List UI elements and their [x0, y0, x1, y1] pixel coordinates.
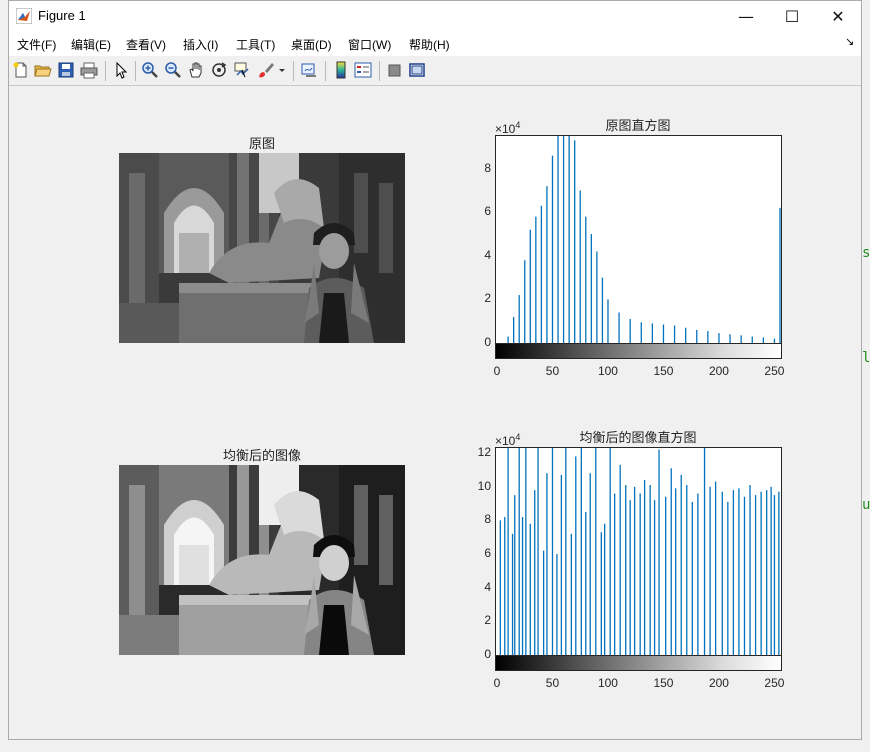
y-tick-label: 2 [484, 291, 491, 306]
panel-2-exponent: ×104 [495, 120, 520, 136]
panel-4-exponent-base: ×10 [495, 434, 516, 448]
x-tick-label: 50 [545, 364, 560, 378]
y-tick-label: 2 [484, 613, 491, 628]
panel-4-exponent: ×104 [495, 432, 520, 448]
histogram-2-colorbar [495, 655, 782, 671]
window-title: Figure 1 [38, 8, 86, 23]
brush-icon[interactable] [257, 61, 275, 79]
x-tick-label: 100 [597, 364, 618, 378]
toolbar-separator [325, 61, 326, 81]
panel-4-title: 均衡后的图像直方图 [579, 431, 697, 446]
show-plot-tools-icon[interactable] [408, 61, 426, 79]
close-button[interactable]: ✕ [815, 1, 861, 32]
background-bottom-strip [0, 740, 870, 752]
equalized-image [119, 465, 405, 655]
menu-insert[interactable]: 插入(I) [183, 36, 218, 53]
y-tick-label: 6 [484, 204, 491, 219]
panel-2-exponent-power: 4 [515, 120, 521, 130]
menu-help[interactable]: 帮助(H) [409, 36, 450, 53]
menu-bar: 文件(F) 编辑(E) 查看(V) 插入(I) 工具(T) 桌面(D) 窗口(W… [9, 32, 861, 56]
menu-desktop[interactable]: 桌面(D) [291, 36, 332, 53]
menu-edit[interactable]: 编辑(E) [71, 36, 111, 53]
background-code-glyph: l [862, 350, 870, 366]
x-tick-label: 150 [653, 364, 674, 378]
legend-icon[interactable] [354, 61, 372, 79]
menu-file[interactable]: 文件(F) [17, 36, 56, 53]
maximize-button[interactable]: ☐ [769, 1, 815, 32]
x-tick-label: 0 [493, 676, 501, 690]
link-plot-icon[interactable] [300, 61, 318, 79]
y-tick-label: 0 [484, 647, 491, 661]
pointer-icon[interactable] [112, 61, 130, 79]
x-tick-label: 50 [545, 676, 560, 690]
zoom-in-icon[interactable] [141, 61, 159, 79]
y-tick-label: 6 [484, 546, 491, 561]
menu-tools[interactable]: 工具(T) [236, 36, 275, 53]
background-code-glyph: u [862, 497, 870, 513]
background-left-strip [0, 0, 8, 752]
panel-2-exponent-base: ×10 [495, 122, 516, 136]
colorbar-icon[interactable] [332, 61, 350, 79]
histogram-2-axes [495, 447, 782, 656]
panel-3-title: 均衡后的图像 [222, 449, 301, 464]
y-tick-label: 4 [484, 579, 491, 594]
y-tick-label: 10 [477, 478, 491, 493]
hide-plot-tools-icon[interactable] [386, 61, 404, 79]
print-icon[interactable] [80, 61, 98, 79]
histogram-1-plot [507, 136, 781, 343]
open-file-icon[interactable] [34, 61, 52, 79]
y-tick-label: 4 [484, 247, 491, 262]
x-tick-label: 200 [708, 364, 729, 378]
x-tick-label: 150 [653, 676, 674, 690]
panel-4-exponent-power: 4 [515, 432, 521, 442]
toolbar-separator [135, 61, 136, 81]
panel-1-title: 原图 [248, 137, 275, 152]
y-tick-label: 12 [477, 445, 491, 460]
figure-canvas: 原图 原图直方图 ×104 均衡后的图像 均衡后的图像直方图 ×104 0 2 … [9, 87, 861, 739]
x-tick-label: 200 [708, 676, 729, 690]
title-bar[interactable]: Figure 1 — ☐ ✕ [9, 1, 861, 32]
new-figure-icon[interactable] [12, 61, 30, 79]
histogram-2-plot [499, 448, 780, 655]
histogram-1-axes [495, 135, 782, 344]
background-right-strip: s l u [862, 0, 870, 752]
x-tick-label: 100 [597, 676, 618, 690]
toolbar-separator [293, 61, 294, 81]
save-icon[interactable] [57, 61, 75, 79]
histogram-1-colorbar [495, 343, 782, 359]
figure-toolbar [9, 56, 861, 86]
data-cursor-icon[interactable] [233, 61, 251, 79]
y-tick-label: 8 [484, 160, 491, 175]
x-tick-label: 250 [764, 676, 785, 690]
menu-window[interactable]: 窗口(W) [348, 36, 391, 53]
menu-view[interactable]: 查看(V) [126, 36, 166, 53]
pan-icon[interactable] [187, 61, 205, 79]
menu-overflow-icon[interactable]: ↘ [845, 35, 854, 48]
minimize-button[interactable]: — [723, 1, 769, 32]
toolbar-separator [105, 61, 106, 81]
x-tick-label: 250 [764, 364, 785, 378]
y-tick-label: 8 [484, 512, 491, 527]
x-tick-label: 0 [493, 364, 501, 378]
background-code-glyph: s [862, 245, 870, 261]
figure-window: Figure 1 — ☐ ✕ 文件(F) 编辑(E) 查看(V) 插入(I) 工… [8, 0, 862, 740]
y-tick-label: 0 [484, 335, 491, 349]
matlab-logo-icon [16, 8, 32, 24]
rotate-icon[interactable] [210, 61, 228, 79]
zoom-out-icon[interactable] [164, 61, 182, 79]
brush-dropdown-icon[interactable] [277, 61, 287, 79]
toolbar-separator [379, 61, 380, 81]
original-image [119, 153, 405, 343]
panel-2-title: 原图直方图 [605, 119, 671, 134]
